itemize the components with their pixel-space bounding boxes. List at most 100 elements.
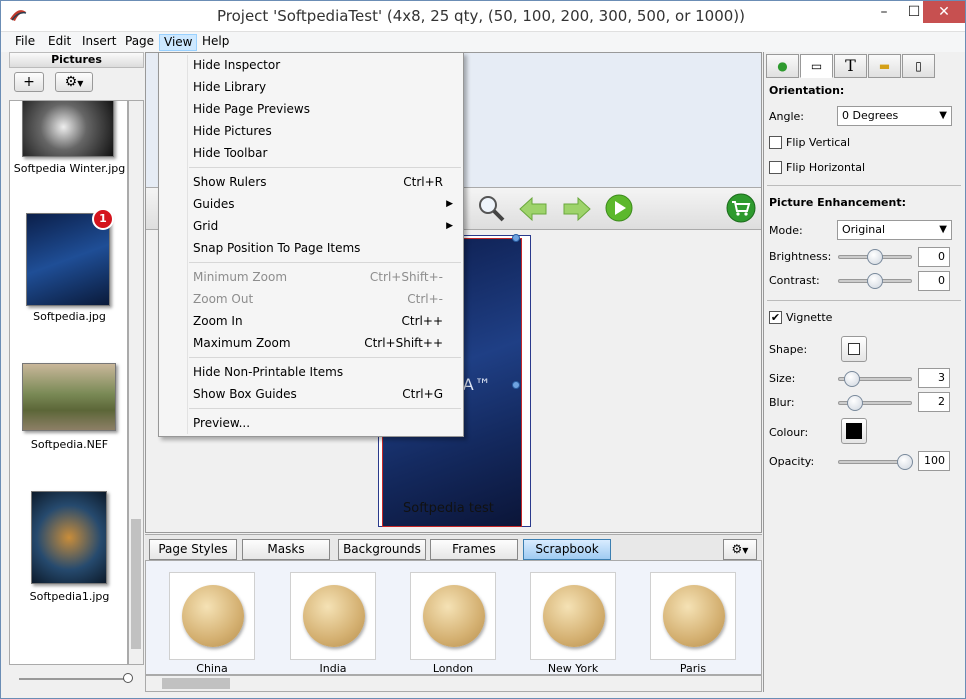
menu-page[interactable]: Page [121,34,158,51]
menu-file[interactable]: File [11,34,39,51]
contrast-input[interactable]: 0 [918,271,950,291]
pictures-list[interactable]: Softpedia Winter.jpg 1 Softpedia.jpg Sof… [9,100,128,665]
menu-item-hide-pictures[interactable]: Hide Pictures [159,120,463,142]
slider-knob[interactable] [123,673,133,683]
tab-shape-tool[interactable]: ● [766,54,799,78]
opacity-input[interactable]: 100 [918,451,950,471]
library-scrollbar[interactable] [145,675,762,692]
ruler-icon: ▬ [878,59,891,73]
coin-image [182,585,244,647]
menu-separator [189,357,461,358]
submenu-arrow-icon: ▶ [446,221,453,231]
minimize-button[interactable]: – [869,1,899,23]
library-item-new-york[interactable] [530,572,616,660]
mode-value: Original [842,223,886,236]
menu-item-hide-page-previews[interactable]: Hide Page Previews [159,98,463,120]
menu-item-grid[interactable]: Grid ▶ [159,215,463,237]
scroll-thumb[interactable] [131,519,141,649]
opacity-slider[interactable] [838,454,913,470]
menu-bar: File Edit Insert Page View Help [1,32,965,52]
flip-horizontal-checkbox[interactable] [769,161,782,174]
tab-ruler[interactable]: ▬ [868,54,901,78]
menu-item-show-box-guides[interactable]: Show Box Guides Ctrl+G [159,383,463,405]
pictures-scrollbar[interactable] [128,100,144,665]
picture-thumb-nef[interactable] [22,363,116,431]
menu-item-show-rulers[interactable]: Show Rulers Ctrl+R [159,171,463,193]
close-button[interactable]: ✕ [923,1,965,23]
resize-handle[interactable] [512,381,520,389]
tab-text[interactable]: T [834,54,867,78]
library-label: India [319,662,347,675]
colour-picker-button[interactable] [841,418,867,444]
contrast-slider[interactable] [838,273,912,289]
angle-select[interactable]: 0 Degrees ▼ [837,106,952,126]
resize-handle[interactable] [512,234,520,242]
blur-input[interactable]: 2 [918,392,950,412]
mode-select[interactable]: Original ▼ [837,220,952,240]
menu-item-preview[interactable]: Preview... [159,412,463,434]
slider-knob[interactable] [844,371,860,387]
library-settings-button[interactable]: ⚙▼ [723,539,757,560]
menu-item-snap-position[interactable]: Snap Position To Page Items [159,237,463,259]
picture-thumb-winter[interactable] [22,101,114,157]
submenu-arrow-icon: ▶ [446,199,453,209]
brightness-input[interactable]: 0 [918,247,950,267]
library-item-paris[interactable] [650,572,736,660]
enhancement-label: Picture Enhancement: [769,196,906,209]
flip-horizontal-label: Flip Horizontal [786,161,866,174]
shape-picker-button[interactable] [841,336,867,362]
add-picture-button[interactable]: + [14,72,44,92]
text-icon: T [845,56,856,75]
menu-item-hide-toolbar[interactable]: Hide Toolbar [159,142,463,164]
menu-item-zoom-in[interactable]: Zoom In Ctrl++ [159,310,463,332]
blur-slider[interactable] [838,395,912,411]
slider-knob[interactable] [847,395,863,411]
picture-label: Softpedia.NEF [30,438,109,451]
flip-vertical-checkbox[interactable] [769,136,782,149]
library-label: China [196,662,228,675]
tab-picture[interactable]: ▭ [800,54,833,78]
tab-scrapbook[interactable]: Scrapbook [523,539,611,560]
opacity-label: Opacity: [769,455,815,468]
cart-icon[interactable] [726,193,756,223]
menu-insert[interactable]: Insert [78,34,120,51]
menu-item-hide-inspector[interactable]: Hide Inspector [159,54,463,76]
menu-view[interactable]: View [159,34,198,51]
scroll-thumb[interactable] [162,678,230,689]
library-item-india[interactable] [290,572,376,660]
tab-backgrounds[interactable]: Backgrounds [338,539,426,560]
angle-value: 0 Degrees [842,109,899,122]
play-icon[interactable] [604,193,634,223]
size-input[interactable]: 3 [918,368,950,388]
menu-edit[interactable]: Edit [44,34,75,51]
chevron-down-icon: ▼ [939,224,947,235]
zoom-icon[interactable] [476,193,506,223]
menu-item-maximum-zoom[interactable]: Maximum Zoom Ctrl+Shift++ [159,332,463,354]
menu-help[interactable]: Help [198,34,233,51]
picture-thumb-softpedia1[interactable] [31,491,107,584]
library-label: Paris [679,662,707,675]
back-arrow-icon[interactable] [518,194,548,224]
slider-knob[interactable] [867,249,883,265]
forward-arrow-icon[interactable] [562,194,592,224]
title-bar: Project 'SoftpediaTest' (4x8, 25 qty, (5… [1,1,965,32]
slider-knob[interactable] [897,454,913,470]
library-item-london[interactable] [410,572,496,660]
thumbnail-size-slider[interactable] [19,673,133,683]
slider-knob[interactable] [867,273,883,289]
vignette-checkbox[interactable]: ✔ [769,311,782,324]
menu-item-guides[interactable]: Guides ▶ [159,193,463,215]
picture-label: Softpedia Winter.jpg [13,162,126,175]
tab-page-styles[interactable]: Page Styles [149,539,237,560]
colour-swatch [846,423,862,439]
tab-frames[interactable]: Frames [430,539,518,560]
picture-frame-icon: ▭ [810,59,823,73]
pictures-settings-button[interactable]: ⚙▼ [55,72,93,92]
menu-item-hide-library[interactable]: Hide Library [159,76,463,98]
tab-page[interactable]: ▯ [902,54,935,78]
library-item-china[interactable] [169,572,255,660]
tab-masks[interactable]: Masks [242,539,330,560]
menu-item-hide-non-printable[interactable]: Hide Non-Printable Items [159,361,463,383]
brightness-slider[interactable] [838,249,912,265]
size-slider[interactable] [838,371,912,387]
